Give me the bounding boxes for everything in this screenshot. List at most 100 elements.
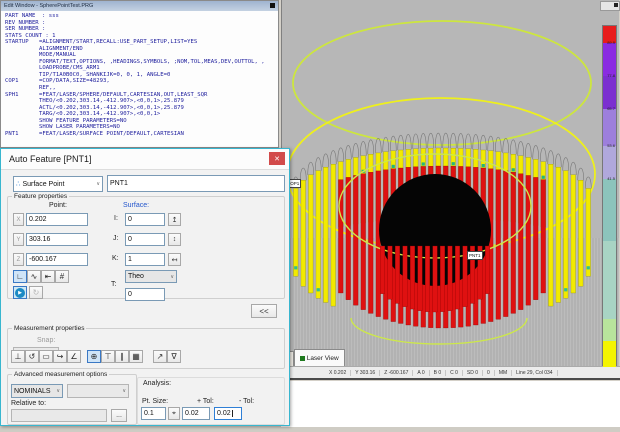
offset-icon[interactable]: ∥ (115, 350, 129, 363)
target-icon[interactable]: ⊕ (87, 350, 101, 363)
colorbar-segment (603, 319, 616, 341)
colorbar-header (600, 1, 620, 11)
snap-label: Snap: (37, 337, 55, 344)
pt-size-input[interactable]: 0.1 (141, 407, 166, 420)
colorbar-segment (603, 179, 616, 241)
colorbar-close-dot[interactable] (614, 3, 618, 7)
feature-type-value: Surface Point (22, 181, 64, 188)
measurement-properties-legend: Measurement properties (12, 325, 86, 332)
relative-to-input[interactable] (11, 409, 107, 422)
colorbar-tick: 53.6 (607, 144, 615, 148)
t-input[interactable]: 0 (125, 288, 165, 301)
collapse-button[interactable]: << (251, 304, 277, 318)
rotate-icon[interactable]: ↺ (25, 350, 39, 363)
browse-label: ... (116, 412, 122, 419)
program-code[interactable]: PART NAME : sssREV NUMBER :SER NUMBER :S… (1, 11, 278, 145)
laser-view-panel[interactable]: COP1 PNT1 (281, 0, 618, 366)
status-item: SD 0 (463, 370, 483, 376)
minus-tol-input[interactable]: 0.02 (214, 407, 242, 420)
tab-laser-view[interactable]: Laser View (294, 349, 345, 366)
scan-profile-icon[interactable]: ∿ (27, 270, 41, 283)
chevron-down-icon: ∨ (122, 388, 126, 394)
view-tabs: w Laser View (281, 349, 618, 366)
minus-tol-value: 0.02 (217, 410, 233, 417)
grid-icon[interactable]: # (55, 270, 69, 283)
anchor-icon[interactable]: ⊥ (11, 350, 25, 363)
axis-origin-icon[interactable]: ∟ (13, 270, 27, 283)
x-input[interactable]: 0.202 (26, 213, 88, 226)
status-item: Z -600.167 (380, 370, 413, 376)
z-input[interactable]: -600.167 (26, 253, 88, 266)
status-item: C 0 (446, 370, 463, 376)
status-item: X 0.202 (325, 370, 351, 376)
j-label: J: (113, 235, 118, 242)
report-area (281, 381, 620, 427)
plus-tol-label: + Tol: (197, 398, 214, 405)
z-value: -600.167 (29, 256, 57, 263)
path-icon[interactable]: ↗ (153, 350, 167, 363)
chevron-down-icon: ∨ (170, 274, 174, 280)
regenerate-icon[interactable]: ↻ (29, 286, 43, 299)
z-axis-letter: Z (17, 257, 21, 263)
browse-button[interactable]: ... (111, 409, 127, 422)
colorbar-tick: 41.5 (607, 177, 615, 181)
rectangle-icon[interactable]: ▭ (39, 350, 53, 363)
vector-align-icon[interactable]: ↤ (168, 253, 181, 266)
secondary-select[interactable]: ∨ (67, 384, 129, 398)
status-bar: X 0.202Y 303.16Z -600.167A 0B 0C 0SD 00M… (281, 366, 620, 380)
edit-window-titlebar[interactable]: Edit Window - SpherePointTest.PRG (1, 1, 278, 11)
i-input[interactable]: 0 (125, 213, 165, 226)
theo-select[interactable]: Theo ∨ (125, 270, 177, 283)
play-button[interactable]: ▶ (13, 286, 27, 299)
deviation-colorbar: 89.977.865.753.641.5 (602, 25, 617, 366)
plus-tol-input[interactable]: 0.02 (182, 407, 210, 420)
colorbar-segment (603, 76, 616, 109)
z-axis-button[interactable]: Z (13, 253, 24, 266)
dialog-title: Auto Feature [PNT1] (9, 154, 92, 164)
nominals-select[interactable]: NOMINALS ∨ (11, 384, 63, 398)
edit-window[interactable]: Edit Window - SpherePointTest.PRG PART N… (0, 0, 279, 148)
i-label: I: (114, 215, 118, 222)
vector-pick-icon[interactable]: ↥ (168, 213, 181, 226)
distance-icon[interactable]: ⇤ (41, 270, 55, 283)
y-axis-button[interactable]: Y (13, 233, 24, 246)
dialog-close-button[interactable]: ✕ (269, 152, 285, 165)
colorbar-segment (603, 146, 616, 179)
colorbar-tick: 89.9 (607, 41, 615, 45)
k-input[interactable]: 1 (125, 253, 165, 266)
edit-window-title: Edit Window - SpherePointTest.PRG (4, 3, 93, 9)
pnt-tag[interactable]: PNT1 (467, 251, 483, 260)
laser-view-icon (300, 356, 305, 361)
laser-view-canvas[interactable] (282, 0, 619, 366)
status-item: A 0 (413, 370, 429, 376)
i-value: 0 (128, 216, 132, 223)
k-label: K: (112, 255, 119, 262)
dialog-titlebar[interactable]: Auto Feature [PNT1] ✕ (1, 149, 289, 170)
t-label: T: (111, 281, 116, 288)
app-window: COP1 PNT1 89.977.865.753.641.5 w Laser V… (0, 0, 620, 432)
feature-type-select[interactable]: ∴ Surface Point ∨ (13, 176, 103, 192)
status-item: Line 29, Col 034 (512, 370, 557, 376)
angle-icon[interactable]: ∠ (67, 350, 81, 363)
surface-label: Surface: (123, 202, 149, 209)
y-input[interactable]: 303.16 (26, 233, 88, 246)
code-line: PNT1=FEAT/LASER/SURFACE POINT/DEFAULT,CA… (5, 131, 278, 138)
pt-size-value: 0.1 (144, 410, 154, 417)
x-axis-button[interactable]: X (13, 213, 24, 226)
colorbar-tick: 77.8 (607, 74, 615, 78)
point-label: Point: (49, 202, 67, 209)
feature-name-input[interactable]: PNT1 (107, 175, 285, 192)
j-input[interactable]: 0 (125, 233, 165, 246)
edit-window-close-icon[interactable] (270, 3, 275, 8)
x-axis-letter: X (16, 217, 20, 223)
vector-flip-icon[interactable]: ↕ (168, 233, 181, 246)
jump-icon[interactable]: ↪ (53, 350, 67, 363)
code-text: =FEAT/LASER/SURFACE POINT/DEFAULT,CARTES… (39, 131, 184, 138)
histogram-icon[interactable]: ▦ (129, 350, 143, 363)
nominals-value: NOMINALS (14, 388, 51, 395)
probe-size-icon[interactable]: ⌖ (168, 407, 180, 420)
status-item: B 0 (430, 370, 447, 376)
minus-tol-label: - Tol: (239, 398, 254, 405)
level-icon[interactable]: ⊤ (101, 350, 115, 363)
filter-icon[interactable]: ∇ (167, 350, 181, 363)
